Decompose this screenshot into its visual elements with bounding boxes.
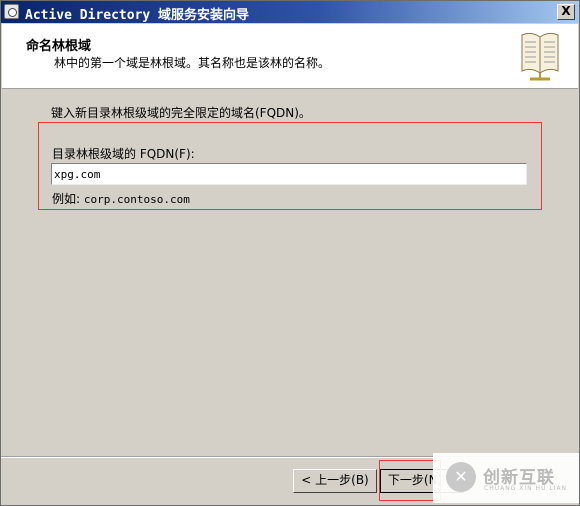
close-button[interactable]: X bbox=[557, 4, 575, 20]
wizard-header: 命名林根域 林中的第一个域是林根域。其名称也是该林的名称。 bbox=[2, 24, 578, 89]
fqdn-label: 目录林根级域的 FQDN(F): bbox=[52, 147, 195, 161]
fqdn-input[interactable] bbox=[51, 163, 527, 185]
page-subtitle: 林中的第一个域是林根域。其名称也是该林的名称。 bbox=[54, 56, 331, 70]
watermark-sub: CHUANG XIN HU LIAN bbox=[484, 485, 568, 492]
title-bar[interactable]: Active Directory 域服务安装向导 X bbox=[1, 1, 579, 23]
next-annotation-box bbox=[379, 460, 441, 501]
brand-logo-icon bbox=[446, 462, 476, 492]
wizard-content: 键入新目录林根级域的完全限定的域名(FQDN)。 目录林根级域的 FQDN(F)… bbox=[1, 89, 579, 455]
window-title: Active Directory 域服务安装向导 bbox=[25, 8, 250, 23]
book-icon bbox=[521, 32, 559, 81]
wizard-window: Active Directory 域服务安装向导 X 命名林根域 林中的第一个域… bbox=[0, 0, 580, 506]
example-hint: 例如: corp.contoso.com bbox=[52, 190, 190, 207]
instruction-text: 键入新目录林根级域的完全限定的域名(FQDN)。 bbox=[51, 106, 311, 120]
app-icon bbox=[4, 4, 19, 19]
watermark: 创新互联 CHUANG XIN HU LIAN bbox=[433, 453, 579, 503]
example-value: corp.contoso.com bbox=[83, 193, 190, 206]
page-title: 命名林根域 bbox=[26, 39, 92, 54]
back-button[interactable]: < 上一步(B) bbox=[293, 469, 377, 493]
example-label: 例如: bbox=[52, 192, 81, 206]
